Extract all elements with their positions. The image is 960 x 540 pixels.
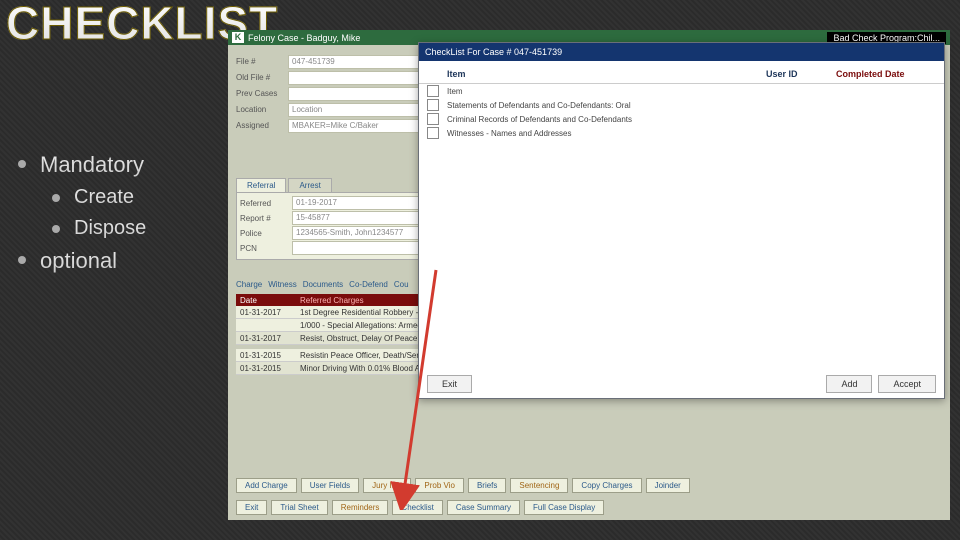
tab-codefend[interactable]: Co-Defend xyxy=(349,280,388,289)
police-label: Police xyxy=(240,229,292,238)
modal-exit-button[interactable]: Exit xyxy=(427,375,472,393)
checkbox-icon[interactable] xyxy=(427,99,439,111)
slide-bullets: Mandatory Create Dispose optional xyxy=(18,150,146,279)
modal-add-button[interactable]: Add xyxy=(826,375,872,393)
location-label: Location xyxy=(236,105,288,114)
checklist-item[interactable]: Criminal Records of Defendants and Co-De… xyxy=(447,115,632,124)
prevcases-value[interactable] xyxy=(288,87,426,101)
tab-referral[interactable]: Referral xyxy=(236,178,286,192)
checkbox-icon[interactable] xyxy=(427,127,439,139)
assigned-value[interactable]: MBAKER=Mike C/Baker xyxy=(288,119,426,133)
file-value[interactable]: 047-451739 xyxy=(288,55,426,69)
copy-charges-button[interactable]: Copy Charges xyxy=(572,478,641,493)
pcn-label: PCN xyxy=(240,244,292,253)
app-icon: K xyxy=(232,32,244,43)
user-fields-button[interactable]: User Fields xyxy=(301,478,359,493)
checkbox-icon[interactable] xyxy=(427,85,439,97)
charge-tabs: Charge Witness Documents Co-Defend Cou xyxy=(236,280,409,289)
checklist-modal: CheckList For Case # 047-451739 Item Use… xyxy=(418,42,945,399)
case-title: Felony Case - Badguy, Mike xyxy=(248,33,360,43)
oldfile-value[interactable] xyxy=(288,71,426,85)
app-window: K Felony Case - Badguy, Mike Bad Check P… xyxy=(228,30,950,520)
location-value[interactable]: Location xyxy=(288,103,426,117)
tab-cou[interactable]: Cou xyxy=(394,280,409,289)
charge-date: 01-31-2015 xyxy=(236,351,296,360)
prob-vio-button[interactable]: Prob Vio xyxy=(415,478,464,493)
oldfile-label: Old File # xyxy=(236,73,288,82)
col-date: Date xyxy=(236,296,296,305)
modal-title: CheckList For Case # 047-451739 xyxy=(419,43,944,61)
full-case-display-button[interactable]: Full Case Display xyxy=(524,500,604,515)
tab-documents[interactable]: Documents xyxy=(303,280,343,289)
jury-inst-button[interactable]: Jury Inst xyxy=(363,478,411,493)
checklist-item[interactable]: Item xyxy=(447,87,463,96)
report-label: Report # xyxy=(240,214,292,223)
reminders-button[interactable]: Reminders xyxy=(332,500,389,515)
joinder-button[interactable]: Joinder xyxy=(646,478,690,493)
prevcases-label: Prev Cases xyxy=(236,89,288,98)
file-label: File # xyxy=(236,57,288,66)
sentencing-button[interactable]: Sentencing xyxy=(510,478,568,493)
bullet-optional: optional xyxy=(40,246,117,276)
checklist-item[interactable]: Witnesses - Names and Addresses xyxy=(447,129,572,138)
modal-accept-button[interactable]: Accept xyxy=(878,375,936,393)
charge-date: 01-31-2017 xyxy=(236,308,296,317)
bullet-create: Create xyxy=(74,184,134,211)
checklist-button[interactable]: Checklist xyxy=(392,500,442,515)
button-row-bottom: Exit Trial Sheet Reminders Checklist Cas… xyxy=(236,500,604,515)
assigned-label: Assigned xyxy=(236,121,288,130)
col-userid: User ID xyxy=(766,69,836,79)
col-completed-date: Completed Date xyxy=(836,69,936,79)
button-row-mid: Add Charge User Fields Jury Inst Prob Vi… xyxy=(236,478,690,493)
charge-date: 01-31-2015 xyxy=(236,364,296,373)
tab-witness[interactable]: Witness xyxy=(268,280,296,289)
charge-date: 01-31-2017 xyxy=(236,334,296,343)
case-fields: File #047-451739 Old File # Prev Cases L… xyxy=(236,54,426,134)
referred-label: Referred xyxy=(240,199,292,208)
bullet-dispose: Dispose xyxy=(74,215,146,242)
exit-button[interactable]: Exit xyxy=(236,500,267,515)
bullet-mandatory: Mandatory xyxy=(40,150,144,180)
add-charge-button[interactable]: Add Charge xyxy=(236,478,297,493)
tab-charge[interactable]: Charge xyxy=(236,280,262,289)
trial-sheet-button[interactable]: Trial Sheet xyxy=(271,500,327,515)
col-item: Item xyxy=(447,69,766,79)
briefs-button[interactable]: Briefs xyxy=(468,478,506,493)
checklist-item[interactable]: Statements of Defendants and Co-Defendan… xyxy=(447,101,631,110)
case-summary-button[interactable]: Case Summary xyxy=(447,500,520,515)
tab-arrest[interactable]: Arrest xyxy=(288,178,331,192)
checkbox-icon[interactable] xyxy=(427,113,439,125)
